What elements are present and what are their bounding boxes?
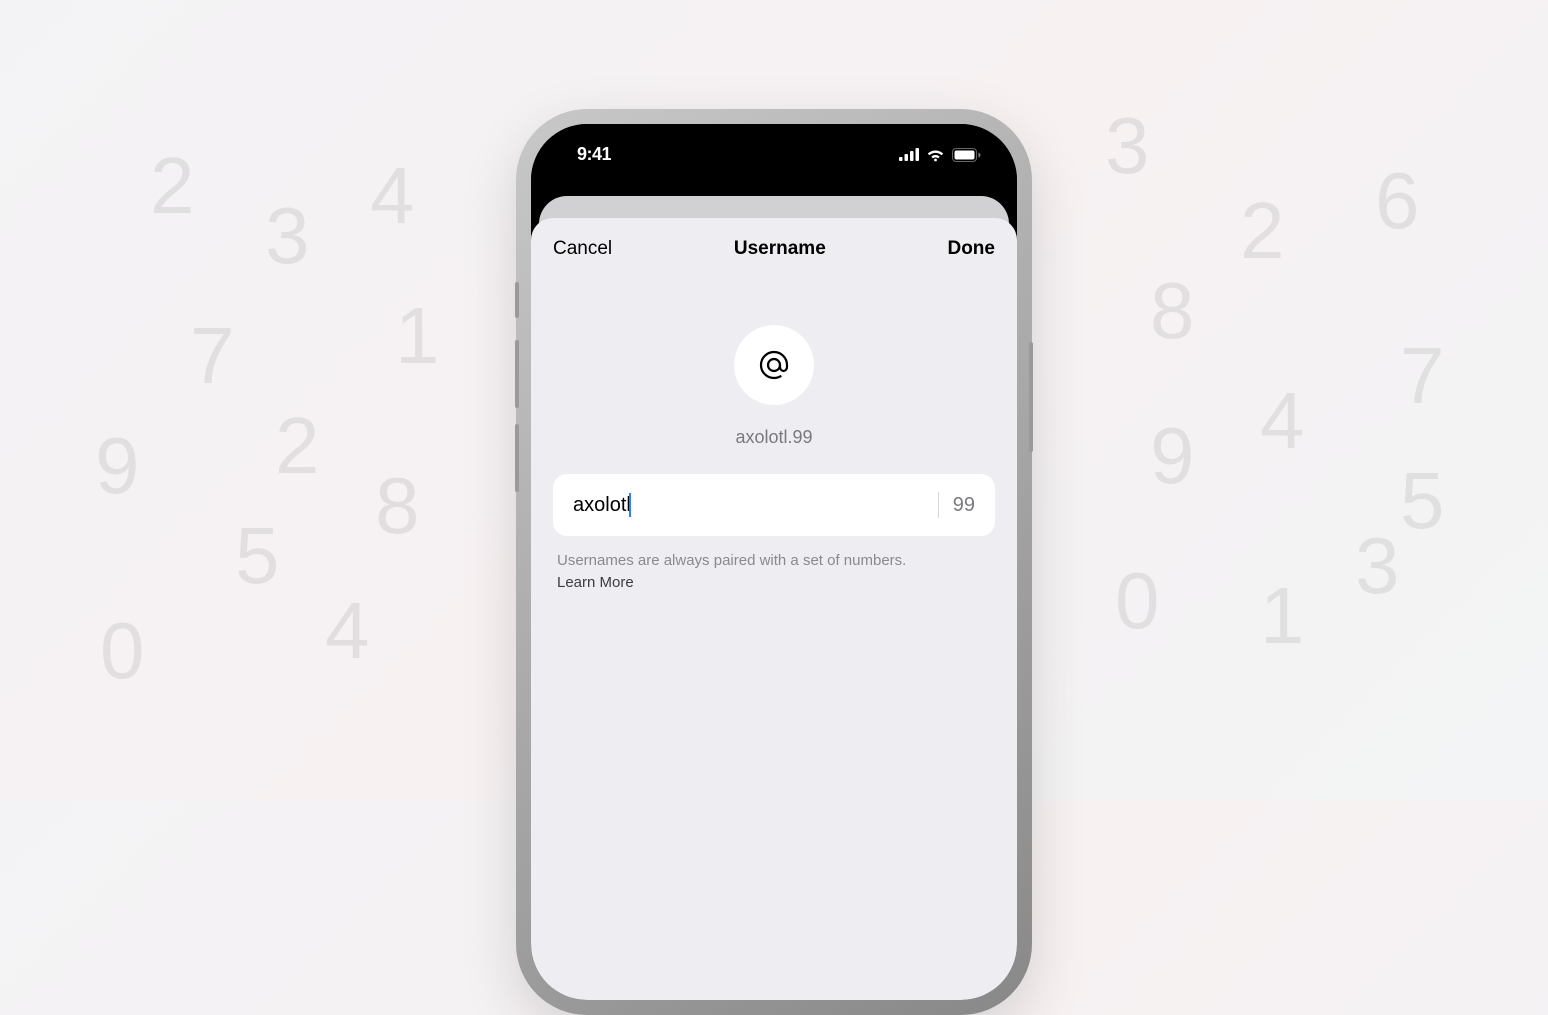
decorative-number: 1 <box>1260 570 1305 662</box>
helper-text: Usernames are always paired with a set o… <box>557 550 991 591</box>
status-time: 9:41 <box>577 144 611 165</box>
decorative-number: 4 <box>370 150 415 242</box>
learn-more-link[interactable]: Learn More <box>557 574 634 591</box>
decorative-number: 1 <box>395 290 440 382</box>
modal-header: Cancel Username Done <box>531 218 1017 280</box>
modal-sheet: Cancel Username Done axolotl.99 axolotl … <box>531 218 1017 1000</box>
decorative-number: 9 <box>1150 410 1195 502</box>
input-divider <box>938 492 939 518</box>
decorative-number: 2 <box>1240 185 1285 277</box>
username-input-wrapper[interactable]: axolotl 99 <box>553 474 995 536</box>
decorative-number: 5 <box>1400 455 1445 547</box>
battery-icon <box>952 148 981 162</box>
decorative-number: 3 <box>265 190 310 282</box>
phone-screen: 9:41 <box>531 124 1017 1000</box>
decorative-number: 8 <box>375 460 420 552</box>
decorative-number: 0 <box>1115 555 1160 647</box>
status-icons <box>899 148 981 162</box>
at-icon <box>756 347 792 383</box>
cancel-button[interactable]: Cancel <box>553 238 612 260</box>
modal-title: Username <box>734 238 826 260</box>
decorative-number: 8 <box>1150 265 1195 357</box>
decorative-number: 4 <box>325 585 370 677</box>
phone-frame: 9:41 <box>519 112 1029 1012</box>
cellular-icon <box>899 148 919 161</box>
decorative-number: 7 <box>1400 330 1445 422</box>
decorative-number: 3 <box>1105 100 1150 192</box>
decorative-number: 0 <box>100 605 145 697</box>
decorative-number: 3 <box>1355 520 1400 612</box>
decorative-number: 2 <box>150 140 195 232</box>
decorative-number: 6 <box>1375 155 1420 247</box>
dynamic-island <box>706 138 842 176</box>
decorative-number: 7 <box>190 310 235 402</box>
username-display: axolotl.99 <box>531 427 1017 448</box>
wifi-icon <box>926 148 945 162</box>
decorative-number: 2 <box>275 400 320 492</box>
username-suffix: 99 <box>953 494 975 517</box>
username-input[interactable]: axolotl <box>573 493 924 517</box>
at-icon-circle <box>734 325 814 405</box>
decorative-number: 9 <box>95 420 140 512</box>
text-cursor <box>629 493 631 517</box>
decorative-number: 5 <box>235 510 280 602</box>
done-button[interactable]: Done <box>947 238 995 260</box>
decorative-number: 4 <box>1260 375 1305 467</box>
